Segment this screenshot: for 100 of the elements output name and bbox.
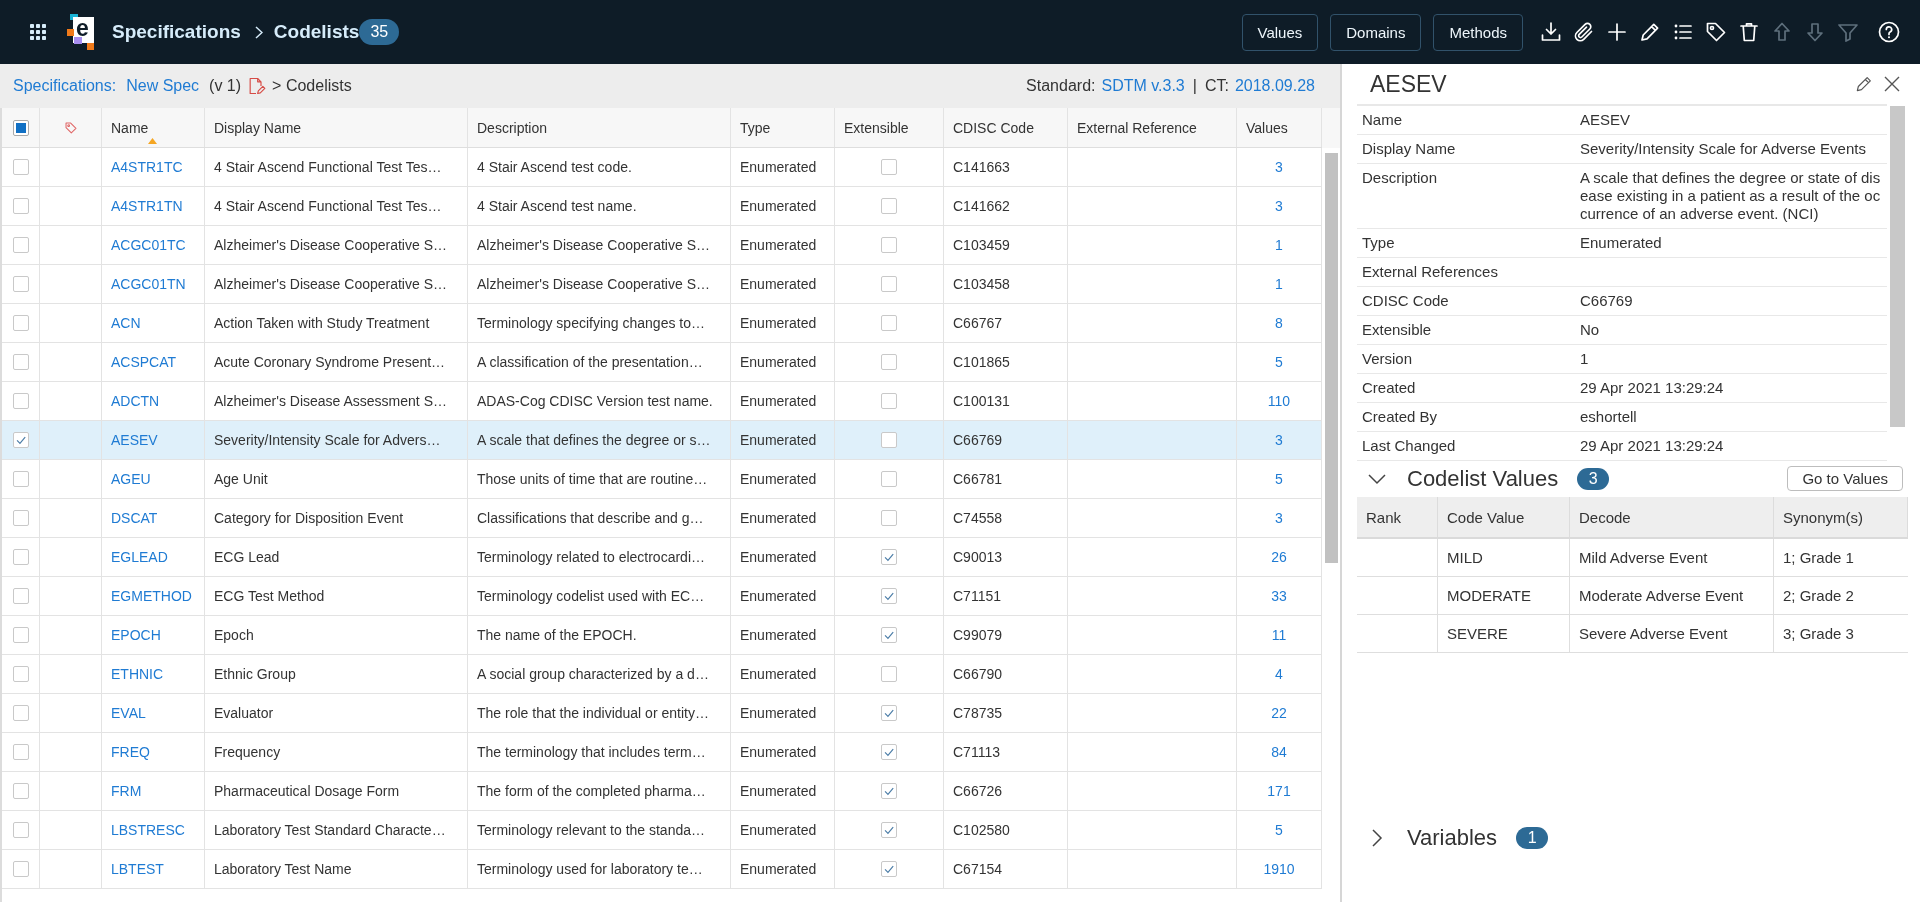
row-checkbox[interactable] xyxy=(12,354,29,370)
row-checkbox[interactable] xyxy=(12,198,29,214)
table-row[interactable]: EGLEAD ECG Lead Terminology related to electrocardi… Enumerated C90013 26 xyxy=(2,538,1322,577)
select-all-checkbox[interactable] xyxy=(12,119,29,136)
values-count-link[interactable]: 33 xyxy=(1271,588,1287,604)
table-row[interactable]: ETHNIC Ethnic Group A social group characterized by a d… Enumerated C66790 4 xyxy=(2,655,1322,694)
table-row[interactable]: A4STR1TC 4 Stair Ascend Functional Test Tes… 4 Stair Ascend test code. Enumerated C141663 3 xyxy=(2,148,1322,187)
row-checkbox[interactable] xyxy=(12,705,29,721)
row-checkbox[interactable] xyxy=(12,666,29,682)
column-header[interactable]: CDISC Code xyxy=(944,108,1068,147)
row-checkbox[interactable] xyxy=(12,510,29,526)
breadcrumb-link[interactable]: Specifications: xyxy=(13,77,117,95)
row-checkbox[interactable] xyxy=(12,627,29,643)
table-row[interactable]: EGMETHOD ECG Test Method Terminology codelist used with EC… Enumerated C71151 33 xyxy=(2,577,1322,616)
row-checkbox[interactable] xyxy=(12,393,29,409)
table-row[interactable]: EPOCH Epoch The name of the EPOCH. Enumerated C99079 11 xyxy=(2,616,1322,655)
row-checkbox[interactable] xyxy=(12,315,29,331)
row-checkbox[interactable] xyxy=(12,861,29,877)
tag-icon[interactable] xyxy=(1704,20,1728,44)
row-checkbox[interactable] xyxy=(12,549,29,565)
codelist-link[interactable]: A4STR1TN xyxy=(111,198,183,214)
values-count-link[interactable]: 171 xyxy=(1267,783,1291,799)
column-header[interactable]: Description xyxy=(468,108,731,147)
row-checkbox[interactable] xyxy=(12,822,29,838)
trash-icon[interactable] xyxy=(1737,20,1761,44)
table-row[interactable]: FRM Pharmaceutical Dosage Form The form of the completed pharma… Enumerated C66726 171 xyxy=(2,772,1322,811)
table-row[interactable]: AGEU Age Unit Those units of time that are routine… Enumerated C66781 5 xyxy=(2,460,1322,499)
codelist-link[interactable]: AGEU xyxy=(111,471,151,487)
row-checkbox[interactable] xyxy=(12,159,29,175)
table-row[interactable]: LBTEST Laboratory Test Name Terminology used for laboratory te… Enumerated C67154 1910 xyxy=(2,850,1322,889)
values-count-link[interactable]: 5 xyxy=(1275,822,1283,838)
pencil-icon[interactable] xyxy=(1854,74,1874,94)
table-row[interactable]: ACGC01TC Alzheimer's Disease Cooperative S… Alzheimer's Disease Cooperative S… Enumerated C103459 1 xyxy=(2,226,1322,265)
table-row[interactable]: AESEV Severity/Intensity Scale for Advers… A scale that defines the degree or s… Enumerated C66769 3 xyxy=(2,421,1322,460)
ct-link[interactable]: 2018.09.28 xyxy=(1234,77,1315,95)
values-count-link[interactable]: 5 xyxy=(1275,354,1283,370)
close-icon[interactable] xyxy=(1884,76,1900,92)
values-count-link[interactable]: 3 xyxy=(1275,510,1283,526)
table-row[interactable]: ACSPCAT Acute Coronary Syndrome Present… A classification of the presentation… Enumerated C101865 5 xyxy=(2,343,1322,382)
row-checkbox[interactable] xyxy=(12,783,29,799)
values-count-link[interactable]: 8 xyxy=(1275,315,1283,331)
table-row[interactable]: FREQ Frequency The terminology that includes term… Enumerated C71113 84 xyxy=(2,733,1322,772)
codelist-link[interactable]: ACGC01TN xyxy=(111,276,186,292)
codelist-link[interactable]: FRM xyxy=(111,783,142,799)
codelist-link[interactable]: A4STR1TC xyxy=(111,159,183,175)
download-icon[interactable] xyxy=(1539,20,1563,44)
values-count-link[interactable]: 3 xyxy=(1275,432,1283,448)
values-count-link[interactable]: 26 xyxy=(1271,549,1287,565)
help-icon[interactable] xyxy=(1877,20,1901,44)
column-header[interactable]: External Reference xyxy=(1068,108,1237,147)
codelist-link[interactable]: ETHNIC xyxy=(111,666,164,682)
column-header[interactable]: Type xyxy=(731,108,835,147)
codelist-link[interactable]: ACN xyxy=(111,315,141,331)
values-count-link[interactable]: 1910 xyxy=(1263,861,1295,877)
values-count-link[interactable]: 110 xyxy=(1267,393,1291,409)
row-checkbox[interactable] xyxy=(12,432,29,448)
column-header[interactable]: Extensible xyxy=(835,108,944,147)
codelist-link[interactable]: EGMETHOD xyxy=(111,588,192,604)
values-count-link[interactable]: 22 xyxy=(1271,705,1287,721)
codelist-link[interactable]: EPOCH xyxy=(111,627,161,643)
table-row[interactable]: LBSTRESC Laboratory Test Standard Characte… Terminology relevant to the standa… Enumerated C102580 5 xyxy=(2,811,1322,850)
nav-button[interactable]: Values xyxy=(1241,13,1319,51)
row-checkbox[interactable] xyxy=(12,471,29,487)
codelist-link[interactable]: FREQ xyxy=(111,744,150,760)
values-count-link[interactable]: 3 xyxy=(1275,159,1283,175)
scrollbar-thumb[interactable] xyxy=(1325,153,1338,563)
apps-grid-icon[interactable] xyxy=(30,24,46,40)
nav-button[interactable]: Methods xyxy=(1433,13,1523,51)
table-row[interactable]: DSCAT Category for Disposition Event Classifications that describe and g… Enumerated C74558 3 xyxy=(2,499,1322,538)
codelist-link[interactable]: ACSPCAT xyxy=(111,354,177,370)
codelist-link[interactable]: ADCTN xyxy=(111,393,160,409)
codelist-link[interactable]: EVAL xyxy=(111,705,146,721)
values-count-link[interactable]: 5 xyxy=(1275,471,1283,487)
values-count-link[interactable]: 11 xyxy=(1271,627,1287,643)
values-count-link[interactable]: 1 xyxy=(1275,237,1283,253)
codelist-link[interactable]: EGLEAD xyxy=(111,549,168,565)
codelist-link[interactable]: LBTEST xyxy=(111,861,164,877)
table-row[interactable]: ACGC01TN Alzheimer's Disease Cooperative S… Alzheimer's Disease Cooperative S… Enumerated C103458 1 xyxy=(2,265,1322,304)
row-checkbox[interactable] xyxy=(12,276,29,292)
row-checkbox[interactable] xyxy=(12,744,29,760)
row-checkbox[interactable] xyxy=(12,588,29,604)
scrollbar-thumb[interactable] xyxy=(1890,106,1905,427)
codelist-link[interactable]: ACGC01TC xyxy=(111,237,186,253)
codelist-link[interactable]: LBSTRESC xyxy=(111,822,185,838)
specifications-link[interactable]: Specifications xyxy=(112,21,241,43)
values-count-link[interactable]: 3 xyxy=(1275,198,1283,214)
standard-link[interactable]: SDTM v.3.3 xyxy=(1101,77,1185,95)
codelist-link[interactable]: DSCAT xyxy=(111,510,158,526)
table-row[interactable]: EVAL Evaluator The role that the individual or entity… Enumerated C78735 22 xyxy=(2,694,1322,733)
table-row[interactable]: A4STR1TN 4 Stair Ascend Functional Test Tes… 4 Stair Ascend test name. Enumerated C141662 3 xyxy=(2,187,1322,226)
table-row[interactable]: ACN Action Taken with Study Treatment Terminology specifying changes to… Enumerated C66767 8 xyxy=(2,304,1322,343)
column-header[interactable]: Display Name xyxy=(205,108,468,147)
values-count-link[interactable]: 84 xyxy=(1271,744,1287,760)
values-count-link[interactable]: 1 xyxy=(1275,276,1283,292)
codelist-link[interactable]: AESEV xyxy=(111,432,158,448)
nav-button[interactable]: Domains xyxy=(1330,13,1422,51)
column-header[interactable]: Name xyxy=(102,108,205,147)
go-to-values-button[interactable]: Go to Values xyxy=(1787,466,1903,491)
values-count-link[interactable]: 4 xyxy=(1275,666,1283,682)
plus-icon[interactable] xyxy=(1605,20,1629,44)
